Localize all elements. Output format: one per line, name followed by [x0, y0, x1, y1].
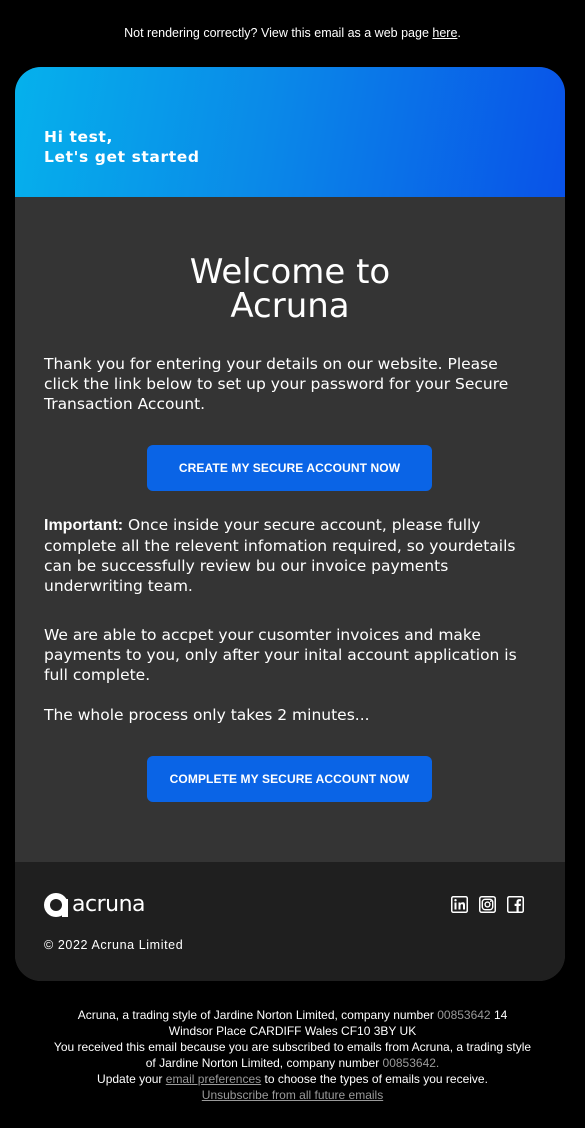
legal-line-1: Acruna, a trading style of Jardine Norto… — [0, 1007, 585, 1023]
payments-text: We are able to accpet your cusomter invo… — [44, 626, 517, 684]
legal-line-4: of Jardine Norton Limited, company numbe… — [0, 1055, 585, 1071]
intro-text: Thank you for entering your details on o… — [44, 355, 509, 413]
greeting-line-1: Hi test, — [44, 128, 113, 146]
preferences-text-1: Update your — [97, 1072, 166, 1086]
legal-footer: Acruna, a trading style of Jardine Norto… — [0, 1007, 585, 1103]
process-time-text: The whole process only takes 2 minutes..… — [44, 706, 370, 724]
address-number: 14 — [490, 1008, 508, 1022]
preferences-text-2: to choose the types of emails you receiv… — [261, 1072, 488, 1086]
unsubscribe-link[interactable]: Unsubscribe from all future emails — [202, 1088, 383, 1102]
subscription-notice: You received this email because you are … — [53, 1040, 532, 1054]
greeting: Hi test, Let's get started — [44, 127, 200, 167]
preferences-line: Update your email preferences to choose … — [0, 1071, 585, 1087]
title-line-1: Welcome to — [189, 252, 391, 292]
important-label: Important: — [44, 517, 124, 534]
footer-band: acruna © 2022 Acruna Limited — [15, 862, 565, 981]
create-account-button[interactable]: CREATE MY SECURE ACCOUNT NOW — [147, 445, 432, 491]
web-view-suffix: . — [457, 26, 461, 40]
facebook-icon[interactable] — [507, 896, 524, 913]
logo-mark-icon — [44, 892, 68, 917]
complete-account-button[interactable]: COMPLETE MY SECURE ACCOUNT NOW — [147, 756, 432, 802]
email-card: Hi test, Let's get started Welcome to Ac… — [15, 67, 565, 981]
web-view-notice: Not rendering correctly? View this email… — [0, 26, 585, 40]
company-text-2: of Jardine Norton Limited, company numbe… — [145, 1056, 383, 1070]
email-preferences-link[interactable]: email preferences — [166, 1072, 261, 1086]
web-view-link[interactable]: here — [432, 26, 457, 40]
greeting-line-2: Let's get started — [44, 148, 200, 166]
copyright: © 2022 Acruna Limited — [44, 938, 184, 952]
legal-company-text: Acruna, a trading style of Jardine Norto… — [77, 1008, 438, 1022]
important-notice: Important: Once inside your secure accou… — [44, 515, 536, 596]
instagram-icon[interactable] — [479, 896, 496, 913]
company-number-2: 00853642. — [382, 1056, 440, 1070]
title-line-2: Acruna — [230, 286, 350, 326]
logo-wordmark: acruna — [72, 892, 146, 917]
page-title: Welcome to Acruna — [15, 255, 565, 323]
company-number: 00853642 — [437, 1008, 491, 1022]
linkedin-icon[interactable] — [451, 896, 468, 913]
acruna-logo[interactable]: acruna — [44, 892, 146, 917]
legal-address: Windsor Place CARDIFF Wales CF10 3BY UK — [168, 1024, 417, 1038]
header-banner: Hi test, Let's get started — [15, 67, 565, 197]
web-view-text: Not rendering correctly? View this email… — [124, 26, 433, 40]
